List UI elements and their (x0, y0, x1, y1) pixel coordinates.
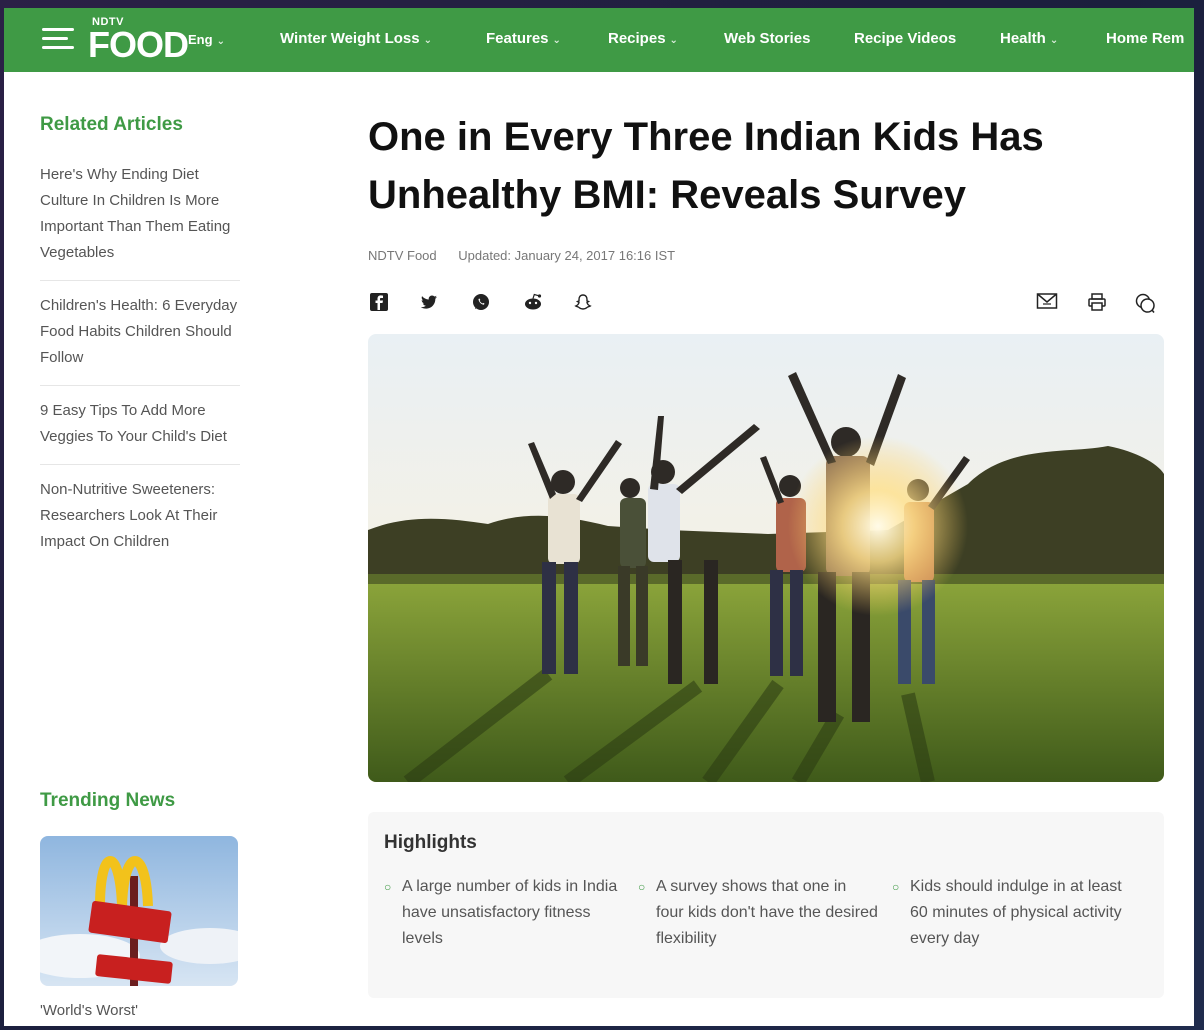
mcdonalds-sign-image (40, 836, 238, 986)
chevron-down-icon: ⌄ (552, 35, 561, 46)
related-article-link[interactable]: 9 Easy Tips To Add More Veggies To Your … (40, 386, 240, 465)
nav-item-home-remedies[interactable]: Home Rem (1106, 30, 1184, 47)
highlights-box: Highlights ○ A large number of kids in I… (368, 812, 1164, 998)
reddit-icon[interactable] (522, 292, 544, 314)
nav-item-health[interactable]: Health ⌄ (1000, 30, 1058, 47)
highlight-item: ○ A survey shows that one in four kids d… (638, 874, 878, 952)
chevron-down-icon: ⌄ (1049, 35, 1059, 46)
related-article-link[interactable]: Children's Health: 6 Everyday Food Habit… (40, 281, 240, 386)
bullet-circle-icon: ○ (638, 880, 646, 894)
related-article-link[interactable]: Here's Why Ending Diet Culture In Childr… (40, 156, 240, 281)
menu-icon[interactable] (42, 28, 74, 52)
nav-item-winter-weight-loss[interactable]: Winter Weight Loss ⌄ (280, 30, 432, 47)
nav-item-web-stories[interactable]: Web Stories (724, 30, 810, 47)
chevron-down-icon: ⌄ (423, 35, 432, 46)
nav-item-recipes[interactable]: Recipes ⌄ (608, 30, 678, 47)
twitter-icon[interactable] (418, 292, 440, 314)
article-source[interactable]: NDTV Food (368, 248, 437, 263)
kids-in-field-image (368, 334, 1164, 782)
nav-item-features[interactable]: Features ⌄ (486, 30, 561, 47)
nav-item-label: Winter Weight Loss (280, 30, 420, 47)
article-title: One in Every Three Indian Kids Has Unhea… (368, 115, 1044, 217)
article-hero-image (368, 334, 1164, 782)
highlight-item: ○ Kids should indulge in at least 60 min… (892, 874, 1132, 952)
highlight-item: ○ A large number of kids in India have u… (384, 874, 624, 952)
nav-item-label: Recipe Videos (854, 30, 957, 47)
nav-item-label: Health (1000, 30, 1046, 47)
bullet-circle-icon: ○ (892, 880, 900, 894)
logo-food-text: FOOD (88, 24, 189, 65)
trending-news-caption[interactable]: 'World's Worst' (40, 1002, 138, 1019)
article-updated: Updated: January 24, 2017 16:16 IST (458, 248, 676, 263)
browser-page: NDTV FOOD Eng ⌄ Winter Weight Loss ⌄ Featu… (4, 8, 1194, 1026)
chevron-down-icon: ⌄ (669, 35, 678, 46)
whatsapp-icon[interactable] (470, 292, 492, 314)
highlight-text: A large number of kids in India have uns… (402, 878, 618, 947)
nav-item-label: Home Rem (1106, 30, 1185, 47)
highlight-text: Kids should indulge in at least 60 minut… (910, 878, 1122, 947)
nav-item-label: Web Stories (724, 30, 811, 47)
language-label: Eng (188, 32, 213, 47)
print-icon[interactable] (1086, 292, 1108, 314)
nav-item-label: Recipes (608, 30, 666, 47)
top-navigation: NDTV FOOD Eng ⌄ Winter Weight Loss ⌄ Featu… (4, 8, 1194, 72)
highlights-title: Highlights (384, 832, 477, 853)
related-articles-sidebar: Related Articles Here's Why Ending Diet … (40, 114, 240, 569)
trending-news-heading: Trending News (40, 790, 176, 811)
mail-icon[interactable] (1036, 292, 1058, 314)
trending-news-image[interactable] (40, 836, 238, 986)
related-articles-list: Here's Why Ending Diet Culture In Childr… (40, 156, 240, 569)
nav-item-recipe-videos[interactable]: Recipe Videos (854, 30, 956, 47)
comment-icon[interactable] (1134, 292, 1156, 314)
facebook-icon[interactable] (368, 292, 390, 314)
related-articles-heading: Related Articles (40, 114, 183, 135)
nav-item-label: Features (486, 30, 549, 47)
ndtv-food-logo[interactable]: NDTV FOOD (88, 14, 189, 66)
bullet-circle-icon: ○ (384, 880, 392, 894)
language-selector[interactable]: Eng ⌄ (188, 32, 225, 47)
article-meta: NDTV Food Updated: January 24, 2017 16:1… (368, 248, 693, 263)
highlight-text: A survey shows that one in four kids don… (656, 878, 878, 947)
related-article-link[interactable]: Non-Nutritive Sweeteners: Researchers Lo… (40, 465, 240, 569)
chevron-down-icon: ⌄ (216, 36, 225, 47)
snapchat-icon[interactable] (572, 292, 594, 314)
